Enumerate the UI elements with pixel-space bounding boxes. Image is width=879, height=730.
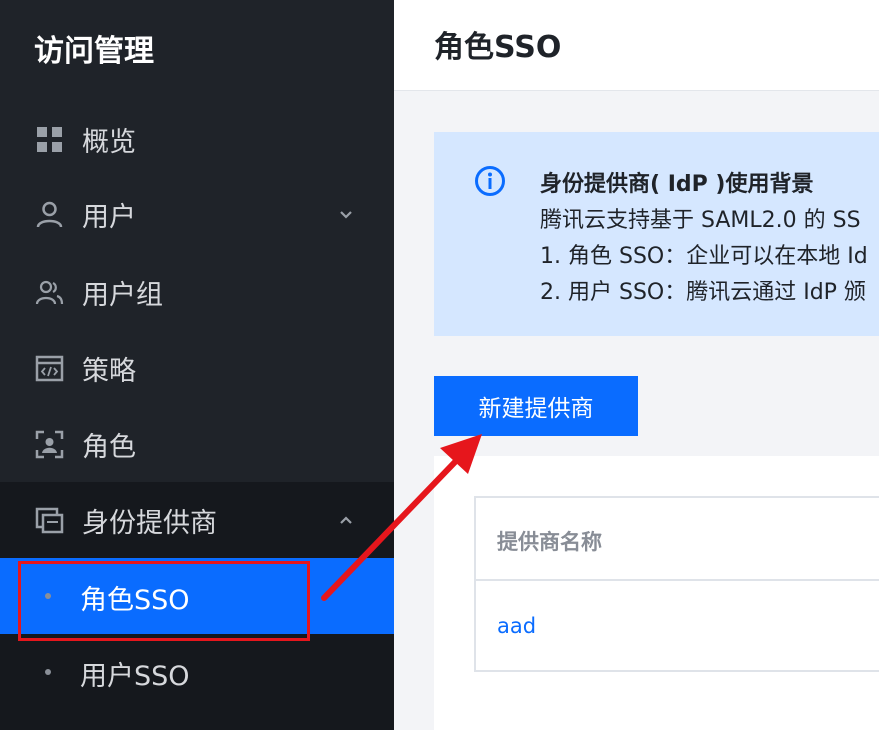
column-header-provider-name: 提供商名称	[497, 530, 602, 554]
sidebar-item-label: 角色	[82, 431, 136, 463]
info-banner: 身份提供商( IdP )使用背景 腾讯云支持基于 SAML2.0 的 SS 1.…	[434, 132, 879, 336]
sidebar-item-overview[interactable]: 概览	[0, 101, 394, 177]
sidebar-item-label: 用户组	[82, 279, 163, 311]
info-icon	[475, 166, 505, 196]
page-title: 角色SSO	[434, 30, 562, 65]
user-group-icon	[35, 280, 64, 305]
sidebar-item-policies[interactable]: 策略	[0, 330, 394, 406]
sidebar-item-label: 概览	[82, 126, 136, 158]
page-header: 角色SSO	[394, 0, 879, 91]
sidebar-item-label: 身份提供商	[82, 507, 217, 539]
info-title: 身份提供商( IdP )使用背景	[540, 172, 814, 197]
policy-icon	[35, 355, 64, 382]
sidebar-item-label: 用户	[82, 201, 136, 233]
provider-table: 提供商名称 aad	[474, 496, 879, 672]
info-line: 2. 用户 SSO：腾讯云通过 IdP 颁	[540, 280, 866, 305]
sidebar-item-users[interactable]: 用户	[0, 176, 394, 252]
info-line: 1. 角色 SSO：企业可以在本地 Id	[540, 244, 868, 269]
provider-name-link[interactable]: aad	[497, 614, 536, 638]
sidebar-subitem-label: 用户SSO	[80, 661, 190, 692]
identity-provider-icon	[35, 507, 64, 534]
table-header: 提供商名称	[476, 498, 879, 581]
role-icon	[35, 430, 64, 459]
sidebar-subitem-user-sso[interactable]: 用户SSO	[0, 634, 394, 710]
new-provider-button[interactable]: 新建提供商	[434, 376, 638, 436]
bullet-dot	[45, 669, 51, 675]
app-title: 访问管理	[34, 34, 154, 69]
annotation-highlight-box	[18, 561, 310, 641]
chevron-up-icon[interactable]	[336, 510, 356, 530]
sidebar-item-identity-providers[interactable]: 身份提供商	[0, 482, 394, 558]
sidebar-item-roles[interactable]: 角色	[0, 406, 394, 482]
sidebar-item-label: 策略	[82, 355, 136, 387]
grid-icon	[37, 127, 62, 152]
info-line: 腾讯云支持基于 SAML2.0 的 SS	[540, 208, 861, 233]
sidebar-item-user-groups[interactable]: 用户组	[0, 254, 394, 330]
chevron-down-icon[interactable]	[336, 204, 356, 224]
user-icon	[36, 201, 63, 228]
